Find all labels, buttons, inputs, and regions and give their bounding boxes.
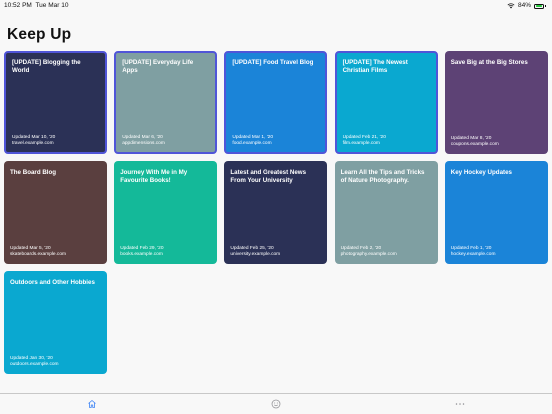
- home-icon: [88, 400, 96, 408]
- feed-card-meta: Updated Feb 21, '20 film.example.com: [343, 135, 430, 147]
- feed-card-title: The Board Blog: [10, 169, 57, 176]
- feed-card-domain: travel.example.com: [12, 141, 54, 146]
- smiley-icon: [271, 399, 281, 409]
- tab-bar: [0, 393, 552, 414]
- tab-home[interactable]: [86, 398, 98, 410]
- battery-cap: [545, 4, 546, 8]
- feed-card[interactable]: Outdoors and Other Hobbies Updated Jan 30…: [4, 271, 107, 374]
- feed-card[interactable]: [UPDATE] Food Travel Blog Updated Mar 1, …: [224, 51, 328, 154]
- feed-card-domain: skateboards.example.com: [10, 252, 66, 257]
- status-time: 10:52 PM Tue Mar 10: [4, 0, 68, 12]
- feed-card-title: Journey With Me in My Favourite Books!: [120, 169, 188, 184]
- feed-card-meta: Updated Feb 25, '20 university.example.co…: [230, 246, 321, 258]
- feed-card-title: Outdoors and Other Hobbies: [10, 279, 95, 286]
- battery-fill: [535, 5, 542, 7]
- feed-card[interactable]: [UPDATE] Blogging the World Updated Mar 1…: [4, 51, 107, 154]
- feed-card-meta: Updated Mar 6, '20 appdimensions.com: [122, 135, 209, 147]
- feed-card-domain: appdimensions.com: [122, 141, 165, 146]
- feed-card-meta: Updated Mar 8, '20 coupons.example.com: [451, 136, 542, 148]
- feed-card-title: [UPDATE] The Newest Christian Films: [342, 59, 408, 74]
- feed-card-domain: film.example.com: [342, 141, 380, 146]
- feed-card-title: Save Big at the Big Stores: [450, 59, 528, 66]
- feed-card-domain: photography.example.com: [340, 252, 397, 257]
- feed-card-domain: coupons.example.com: [450, 142, 499, 147]
- feed-card-title: [UPDATE] Food Travel Blog: [232, 59, 314, 66]
- feed-card[interactable]: [UPDATE] Everyday Life Apps Updated Mar 6…: [114, 51, 218, 154]
- feed-card-meta: Updated Mar 5, '20 skateboards.example.co…: [10, 246, 101, 258]
- feed-card-domain: food.example.com: [232, 141, 272, 146]
- feed-card-meta: Updated Jan 30, '20 outdoors.example.com: [10, 356, 101, 368]
- feed-card-title: Key Hockey Updates: [450, 169, 512, 176]
- page-title: Keep Up: [7, 26, 72, 43]
- feed-card-domain: outdoors.example.com: [10, 362, 59, 367]
- feed-card-meta: Updated Mar 1, '20 food.example.com: [232, 135, 319, 147]
- feed-card-domain: hockey.example.com: [450, 252, 496, 257]
- feed-card-meta: Updated Mar 10, '20 travel.example.com: [12, 135, 99, 147]
- feed-card[interactable]: Latest and Greatest News From Your Unive…: [224, 161, 328, 264]
- feed-card[interactable]: Journey With Me in My Favourite Books! Up…: [114, 161, 218, 264]
- feed-card-domain: books.example.com: [120, 252, 163, 257]
- feed-card[interactable]: Key Hockey Updates Updated Feb 1, '20 hock…: [444, 161, 548, 264]
- feed-card-title: Latest and Greatest News From Your Unive…: [230, 169, 307, 184]
- wifi-icon: [507, 3, 515, 9]
- status-bar: 10:52 PM Tue Mar 10 84%: [0, 0, 552, 12]
- feed-card-meta: Updated Feb 29, '20 books.example.com: [120, 246, 211, 258]
- feed-card[interactable]: Save Big at the Big Stores Updated Mar 8,…: [444, 51, 548, 154]
- status-date: Tue Mar 10: [35, 2, 69, 9]
- tab-more[interactable]: [453, 398, 467, 410]
- status-clock: 10:52 PM: [4, 2, 32, 9]
- feed-card-meta: Updated Feb 1, '20 hockey.example.com: [451, 246, 542, 258]
- feed-card-domain: university.example.com: [230, 252, 281, 257]
- status-indicators: 84%: [507, 0, 546, 12]
- feed-card-title: [UPDATE] Blogging the World: [12, 59, 81, 74]
- feed-card-title: Learn All the Tips and Tricks of Nature …: [340, 169, 425, 184]
- ellipsis-icon: [455, 403, 465, 405]
- feed-card-meta: Updated Feb 2, '20 photography.example.co…: [341, 246, 432, 258]
- battery-icon: [534, 3, 544, 9]
- battery-percent: 84%: [517, 2, 531, 9]
- feed-card[interactable]: The Board Blog Updated Mar 5, '20 skateboa…: [4, 161, 107, 264]
- feed-card[interactable]: [UPDATE] The Newest Christian Films Updat…: [334, 51, 438, 154]
- feed-card-title: [UPDATE] Everyday Life Apps: [122, 59, 194, 74]
- tab-discover[interactable]: [270, 398, 282, 410]
- feed-card[interactable]: Learn All the Tips and Tricks of Nature …: [334, 161, 438, 264]
- feed-grid: [UPDATE] Blogging the World Updated Mar 1…: [4, 51, 548, 374]
